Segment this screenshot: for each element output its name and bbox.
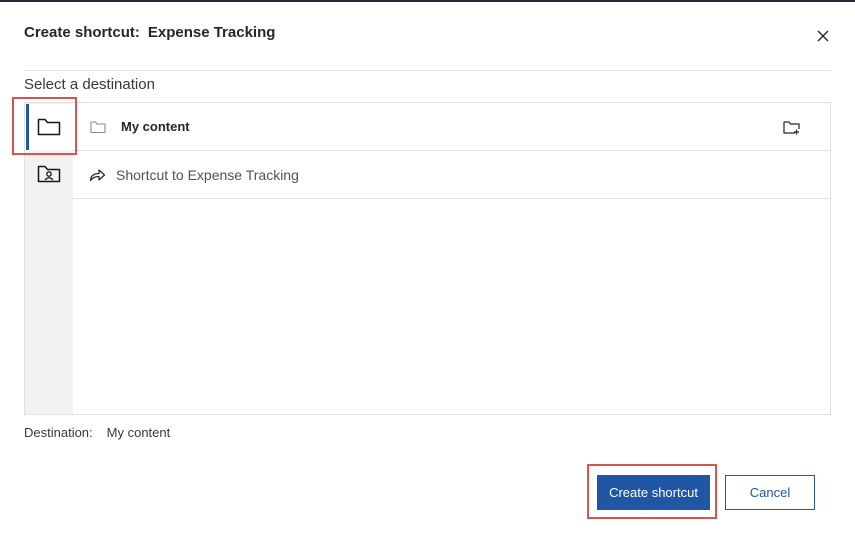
dialog-title: Create shortcut: Expense Tracking	[24, 24, 275, 41]
rail-item-team-content[interactable]	[25, 151, 73, 197]
shortcut-arrow-icon	[88, 166, 106, 184]
list-item-label: Shortcut to Expense Tracking	[116, 166, 299, 183]
destination-browser: My content Shortcut to Expense Tracking	[24, 102, 831, 415]
highlight-box-create	[587, 464, 717, 519]
top-border	[0, 0, 855, 2]
folder-icon	[89, 118, 107, 136]
close-button[interactable]	[814, 27, 832, 45]
divider	[24, 70, 831, 71]
list-header-label: My content	[121, 119, 190, 134]
content-list: My content Shortcut to Expense Tracking	[73, 103, 830, 199]
destination-summary: Destination: My content	[24, 425, 170, 440]
new-folder-icon	[782, 120, 800, 134]
select-destination-label: Select a destination	[24, 76, 155, 93]
destination-label: Destination:	[24, 425, 93, 440]
list-item[interactable]: Shortcut to Expense Tracking	[73, 151, 830, 199]
dialog-title-name: Expense Tracking	[147, 24, 276, 41]
cancel-button[interactable]: Cancel	[725, 475, 815, 510]
destination-value: My content	[106, 425, 171, 440]
dialog-title-prefix: Create shortcut:	[24, 24, 140, 41]
highlight-box-rail	[12, 97, 77, 155]
new-folder-button[interactable]	[782, 118, 800, 136]
list-header: My content	[73, 103, 830, 151]
close-icon	[817, 30, 829, 42]
shared-folder-icon	[37, 165, 61, 183]
